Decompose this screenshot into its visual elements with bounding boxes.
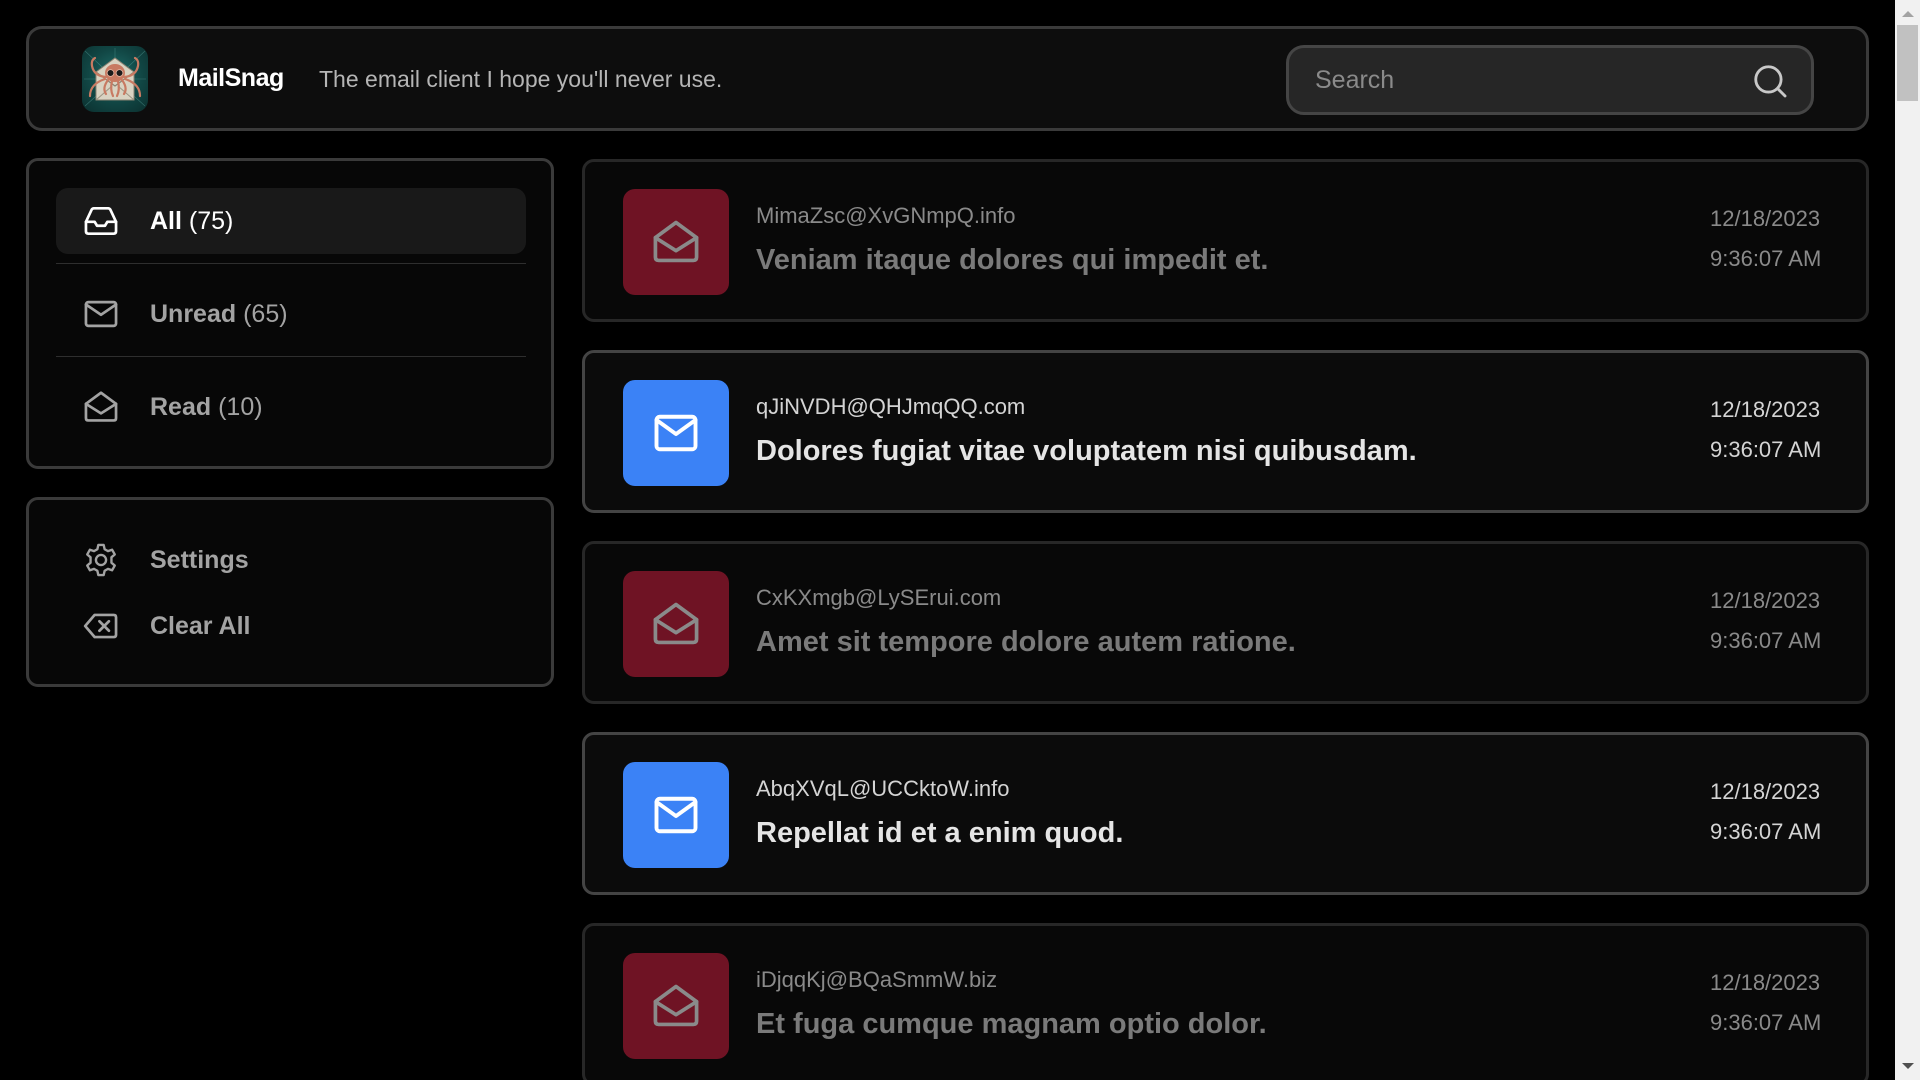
filter-all-count: (75): [188, 206, 234, 235]
email-item[interactable]: qJiNVDH@QHJmqQQ.com Dolores fugiat vitae…: [582, 350, 1869, 513]
email-date: 12/18/2023: [1710, 397, 1821, 422]
app-header: MailSnag The email client I hope you'll …: [26, 26, 1869, 131]
search-icon: [1754, 65, 1787, 98]
email-status-badge: [623, 762, 729, 868]
envelope-closed-icon: [654, 414, 698, 452]
email-item[interactable]: MimaZsc@XvGNmpQ.info Veniam itaque dolor…: [582, 159, 1869, 322]
email-sender: iDjqqKj@BQaSmmW.biz: [756, 967, 998, 992]
filter-all[interactable]: All (75): [56, 188, 526, 254]
email-item[interactable]: AbqXVqL@UCCktoW.info Repellat id et a en…: [582, 732, 1869, 895]
settings-label: Settings: [150, 545, 249, 574]
envelope-closed-icon: [654, 796, 698, 834]
email-sender: MimaZsc@XvGNmpQ.info: [756, 203, 1016, 228]
email-time: 9:36:07 AM: [1710, 628, 1822, 653]
app-title: MailSnag: [178, 64, 284, 92]
filter-read-count: (10): [218, 392, 263, 421]
envelope-closed-icon: [82, 295, 120, 333]
email-subject: Et fuga cumque magnam optio dolor.: [756, 1008, 1267, 1040]
envelope-open-icon: [653, 984, 699, 1027]
filter-panel: All (75) Unread (65) Read (10): [26, 158, 554, 469]
app-viewport: MailSnag The email client I hope you'll …: [0, 0, 1895, 1080]
filter-unread-count: (65): [243, 299, 288, 328]
filter-read-label: Read (10): [150, 392, 263, 421]
filter-all-label: All (75): [150, 206, 234, 235]
scroll-up-button[interactable]: [1895, 4, 1920, 24]
arrow-up-icon: [1901, 11, 1914, 17]
email-status-badge: [623, 571, 729, 677]
email-status-badge: [623, 189, 729, 295]
filter-unread-label: Unread (65): [150, 299, 288, 328]
search-box: [1286, 45, 1814, 115]
email-date: 12/18/2023: [1710, 970, 1821, 995]
email-status-badge: [623, 953, 729, 1059]
email-time: 9:36:07 AM: [1710, 1010, 1822, 1035]
scroll-down-button[interactable]: [1895, 1056, 1920, 1076]
clear-all-button[interactable]: Clear All: [56, 601, 526, 651]
email-time: 9:36:07 AM: [1710, 246, 1822, 271]
search-button[interactable]: [1751, 62, 1789, 100]
envelope-open-icon: [82, 388, 120, 426]
email-date: 12/18/2023: [1710, 779, 1821, 804]
gear-icon: [82, 541, 120, 579]
email-sender: qJiNVDH@QHJmqQQ.com: [756, 394, 1026, 419]
email-item[interactable]: iDjqqKj@BQaSmmW.biz Et fuga cumque magna…: [582, 923, 1869, 1080]
email-item[interactable]: CxKXmgb@LySErui.com Amet sit tempore dol…: [582, 541, 1869, 704]
email-date: 12/18/2023: [1710, 588, 1821, 613]
email-subject: Veniam itaque dolores qui impedit et.: [756, 244, 1269, 276]
email-time: 9:36:07 AM: [1710, 437, 1822, 462]
inbox-icon: [82, 202, 120, 240]
backspace-x-icon: [82, 607, 120, 645]
envelope-open-icon: [653, 602, 699, 645]
divider: [56, 263, 526, 264]
email-date: 12/18/2023: [1710, 206, 1821, 231]
email-subject: Repellat id et a enim quod.: [756, 817, 1124, 849]
email-time: 9:36:07 AM: [1710, 819, 1822, 844]
actions-panel: Settings Clear All: [26, 497, 554, 687]
octopus-envelope-logo-icon: [84, 48, 146, 107]
divider: [56, 356, 526, 357]
clear-all-label: Clear All: [150, 611, 251, 640]
arrow-down-icon: [1901, 1063, 1914, 1069]
app-logo: [82, 46, 148, 112]
app-tagline: The email client I hope you'll never use…: [319, 66, 723, 92]
envelope-open-icon: [653, 220, 699, 263]
filter-unread[interactable]: Unread (65): [56, 281, 526, 347]
scroll-thumb[interactable]: [1897, 25, 1918, 101]
search-input[interactable]: [1289, 48, 1811, 112]
email-sender: CxKXmgb@LySErui.com: [756, 585, 1002, 610]
email-subject: Amet sit tempore dolore autem ratione.: [756, 626, 1296, 658]
email-sender: AbqXVqL@UCCktoW.info: [756, 776, 1010, 801]
filter-read[interactable]: Read (10): [56, 374, 526, 440]
email-subject: Dolores fugiat vitae voluptatem nisi qui…: [756, 435, 1417, 467]
email-status-badge: [623, 380, 729, 486]
settings-button[interactable]: Settings: [56, 535, 526, 585]
page-scrollbar[interactable]: [1895, 0, 1920, 1080]
